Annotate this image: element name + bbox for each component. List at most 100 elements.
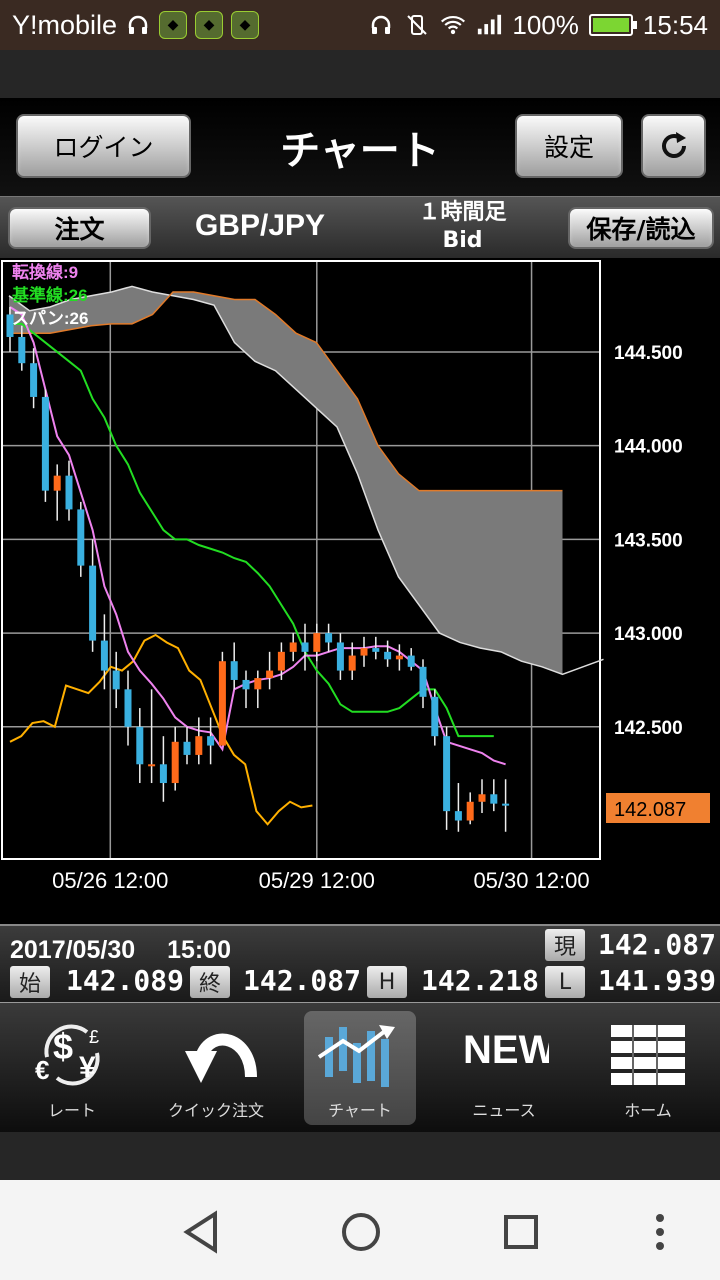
battery-icon (588, 14, 637, 36)
wifi-icon (440, 12, 466, 38)
candle-body (348, 655, 356, 671)
candle-body (443, 736, 451, 812)
order-button[interactable]: 注文 (8, 207, 151, 249)
x-axis: 05/26 12:00 05/29 12:00 05/30 12:00 (52, 868, 589, 893)
candle-body (407, 655, 415, 667)
clock: 15:54 (642, 9, 708, 40)
candle-body (242, 679, 250, 690)
svg-text:$: $ (53, 1026, 73, 1067)
signal-icon (476, 12, 502, 38)
notification-icons: ◆ ◆ ◆ (125, 11, 260, 39)
current-tag: 現 (545, 929, 585, 961)
candle-body (124, 689, 132, 727)
nav-quick-order[interactable]: クイック注文 (160, 1011, 272, 1125)
span-legend: スパン:26 (12, 309, 88, 328)
info-datetime: 2017/05/30 15:00 (10, 936, 232, 964)
nav-news[interactable]: NEWS ニュース (448, 1011, 560, 1125)
currency-pair[interactable]: GBP/JPY (170, 209, 350, 243)
refresh-icon (661, 132, 686, 158)
y-axis: 144.500 144.000 143.500 143.000 142.500 (614, 343, 683, 739)
candle-body (502, 803, 510, 806)
svg-text:£: £ (89, 1027, 99, 1047)
candle-body (53, 475, 61, 491)
home-icon[interactable] (342, 1213, 380, 1251)
svg-text:€: € (35, 1055, 49, 1085)
app-notification-icon: ◆ (231, 11, 260, 39)
candle-body (18, 336, 26, 364)
app-notification-icon: ◆ (159, 11, 188, 39)
candle-body (112, 670, 120, 690)
candle-body (301, 642, 309, 652)
timeframe-selector[interactable]: １時間足 Bid (400, 199, 525, 255)
candle-body (266, 670, 274, 679)
nav-chart-label: チャート (328, 1101, 392, 1120)
nav-home[interactable]: ホーム (592, 1011, 704, 1125)
candlestick-chart[interactable]: 144.500 144.000 143.500 143.000 142.500 05/2… (0, 258, 720, 924)
login-button[interactable]: ログイン (16, 114, 191, 178)
close-value: 142.087 (243, 964, 362, 997)
app-notification-icon: ◆ (195, 11, 224, 39)
news-icon: NEWS (459, 1017, 549, 1093)
chart-area[interactable]: 144.500 144.000 143.500 143.000 142.500 05/2… (0, 258, 720, 924)
nav-news-label: ニュース (472, 1101, 536, 1120)
svg-text:¥: ¥ (79, 1051, 96, 1084)
y-tick-label: 144.000 (614, 437, 683, 458)
recents-icon[interactable] (504, 1215, 538, 1249)
save-load-button[interactable]: 保存/読込 (568, 207, 714, 249)
timeframe-label: １時間足 (418, 200, 507, 225)
nav-chart[interactable]: チャート (304, 1011, 416, 1125)
y-tick-label: 143.500 (614, 530, 683, 551)
spacer-top (0, 50, 720, 98)
candle-body (254, 678, 262, 690)
low-value: 141.939 (598, 964, 717, 997)
nav-rate-label: レート (47, 1101, 96, 1120)
candle-body (478, 794, 486, 802)
candle-body (277, 651, 285, 671)
open-tag: 始 (10, 966, 50, 998)
tenkan-legend: 転換線:9 (12, 262, 78, 282)
candle-body (77, 509, 85, 566)
candle-body (360, 648, 368, 656)
headphones-icon (125, 12, 151, 38)
candle-body (218, 661, 226, 746)
candle-body (419, 666, 427, 697)
headphones-icon (368, 12, 394, 38)
status-bar: Y!mobile ◆ ◆ ◆ 100% 15:54 (0, 0, 720, 50)
candle-body (384, 651, 392, 660)
price-type-label: Bid (442, 228, 483, 253)
nav-rate[interactable]: $ ¥ € £ レート (16, 1011, 128, 1125)
candle-body (148, 764, 156, 767)
y-tick-label: 144.500 (614, 343, 683, 364)
current-price-marker: 142.087 (606, 793, 710, 823)
candle-body (207, 736, 215, 746)
x-tick-label: 05/26 12:00 (52, 868, 168, 893)
refresh-button[interactable] (641, 114, 706, 178)
candle-body (159, 764, 167, 784)
chart-icon (315, 1017, 405, 1093)
home-grid-icon (603, 1017, 693, 1093)
candle-body (136, 726, 144, 765)
candle-body (230, 661, 238, 680)
news-icon-text: NEWS (463, 1028, 549, 1072)
more-options-icon[interactable] (656, 1214, 664, 1250)
y-tick-label: 142.500 (614, 718, 683, 739)
candle-body (41, 396, 49, 491)
currency-exchange-icon: $ ¥ € £ (27, 1017, 117, 1093)
ohlc-info: 2017/05/30 15:00 現 142.087 始 142.089 終 1… (0, 924, 720, 1002)
battery-percent: 100% (512, 9, 579, 40)
back-icon[interactable] (183, 1210, 217, 1254)
candle-body (195, 736, 203, 755)
carrier-name: Y!mobile (12, 9, 118, 40)
settings-button[interactable]: 設定 (515, 114, 623, 178)
candle-body (325, 633, 333, 643)
app-root: Y!mobile ◆ ◆ ◆ 100% 15:54 ログイン チャート 設定 注… (0, 0, 720, 1280)
candle-body (30, 363, 38, 397)
candle-body (183, 741, 191, 755)
candle-body (431, 696, 439, 737)
candle-body (454, 811, 462, 821)
candle-body (65, 475, 73, 510)
bottom-nav: $ ¥ € £ レート クイック注文 チャート NEW ニュース ホーム (0, 1002, 720, 1132)
candle-body (490, 794, 498, 804)
low-tag: L (545, 966, 585, 998)
spacer-bottom (0, 1132, 720, 1180)
